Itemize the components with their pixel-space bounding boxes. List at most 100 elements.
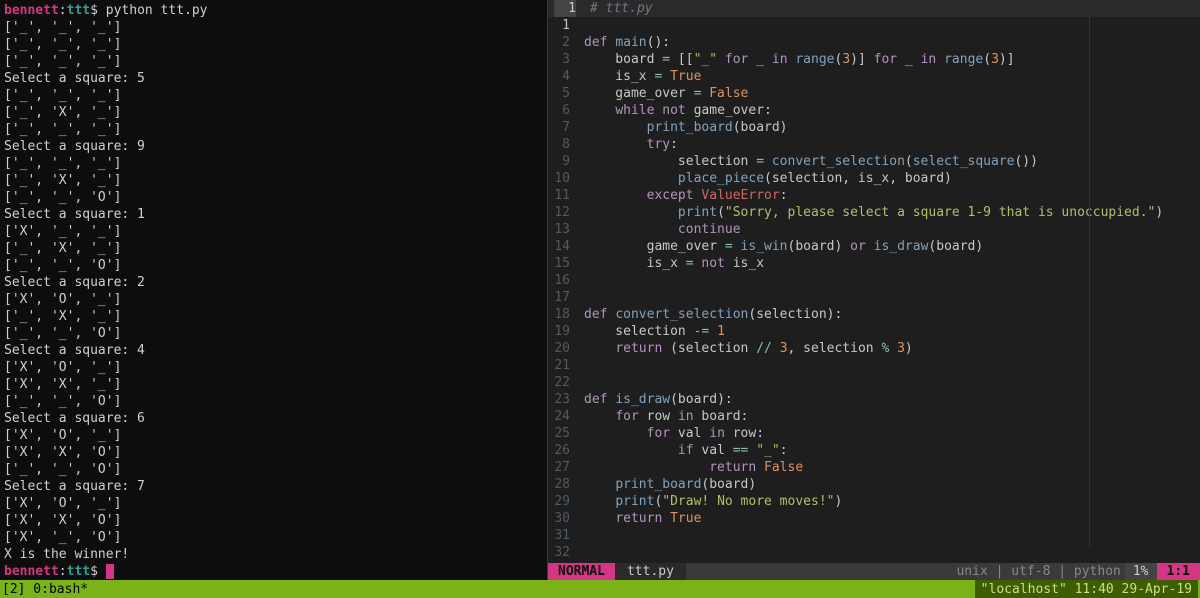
code-line[interactable]: 31	[548, 527, 1200, 544]
code-content: except ValueError:	[584, 187, 788, 204]
code-line[interactable]: 7 print_board(board)	[548, 119, 1200, 136]
terminal-output: ['_', '_', '_']['_', '_', '_']['_', '_',…	[4, 19, 543, 563]
tmux-statusbar: [2] 0:bash* "localhost" 11:40 29-Apr-19	[0, 580, 1200, 598]
line-number: 14	[548, 238, 584, 255]
code-line[interactable]: 1	[548, 17, 1200, 34]
code-content: print_board(board)	[584, 476, 756, 493]
line-number: 31	[548, 527, 584, 544]
code-content: selection = convert_selection(select_squ…	[584, 153, 1038, 170]
code-line[interactable]: 25 for val in row:	[548, 425, 1200, 442]
editor-header-num: 1	[554, 0, 576, 17]
split-view: bennett:ttt$ python ttt.py ['_', '_', '_…	[0, 0, 1200, 580]
code-content: is_x = not is_x	[584, 255, 764, 272]
vim-fileinfo: unix | utf-8 | python	[956, 563, 1124, 580]
code-content: def convert_selection(selection):	[584, 306, 842, 323]
code-line[interactable]: 6 while not game_over:	[548, 102, 1200, 119]
editor-filename-comment: # ttt.py	[590, 0, 653, 17]
terminal-output-line: ['X', 'X', 'O']	[4, 512, 543, 529]
code-content: print_board(board)	[584, 119, 788, 136]
line-number: 1	[548, 17, 584, 34]
editor-pane[interactable]: 1 # ttt.py 12def main():3 board = [["_" …	[548, 0, 1200, 580]
line-number: 21	[548, 357, 584, 374]
code-line[interactable]: 26 if val == "_":	[548, 442, 1200, 459]
line-number: 15	[548, 255, 584, 272]
code-line[interactable]: 2def main():	[548, 34, 1200, 51]
vim-mode: NORMAL	[548, 563, 615, 580]
code-content: while not game_over:	[584, 102, 772, 119]
code-content: if val == "_":	[584, 442, 788, 459]
code-line[interactable]: 9 selection = convert_selection(select_s…	[548, 153, 1200, 170]
code-line[interactable]: 28 print_board(board)	[548, 476, 1200, 493]
code-line[interactable]: 18def convert_selection(selection):	[548, 306, 1200, 323]
terminal-output-line: ['_', '_', '_']	[4, 155, 543, 172]
terminal-output-line: ['X', 'O', '_']	[4, 291, 543, 308]
terminal-pane[interactable]: bennett:ttt$ python ttt.py ['_', '_', '_…	[0, 0, 548, 580]
code-line[interactable]: 17	[548, 289, 1200, 306]
line-number: 13	[548, 221, 584, 238]
code-line[interactable]: 4 is_x = True	[548, 68, 1200, 85]
code-line[interactable]: 20 return (selection // 3, selection % 3…	[548, 340, 1200, 357]
line-number: 30	[548, 510, 584, 527]
terminal-output-line: Select a square: 6	[4, 410, 543, 427]
prompt-path: ttt	[67, 3, 90, 18]
code-line[interactable]: 19 selection -= 1	[548, 323, 1200, 340]
line-number: 22	[548, 374, 584, 391]
editor-tab-header: 1 # ttt.py	[548, 0, 1200, 17]
code-line[interactable]: 3 board = [["_" for _ in range(3)] for _…	[548, 51, 1200, 68]
code-line[interactable]: 11 except ValueError:	[548, 187, 1200, 204]
code-line[interactable]: 23def is_draw(board):	[548, 391, 1200, 408]
terminal-output-line: ['_', '_', 'O']	[4, 393, 543, 410]
code-content: for row in board:	[584, 408, 748, 425]
code-line[interactable]: 21	[548, 357, 1200, 374]
code-line[interactable]: 30 return True	[548, 510, 1200, 527]
terminal-output-line: ['_', '_', 'O']	[4, 461, 543, 478]
code-line[interactable]: 13 continue	[548, 221, 1200, 238]
terminal-output-line: ['X', 'O', '_']	[4, 359, 543, 376]
code-line[interactable]: 16	[548, 272, 1200, 289]
code-line[interactable]: 33def is_win(board):	[548, 561, 1200, 563]
code-line[interactable]: 15 is_x = not is_x	[548, 255, 1200, 272]
terminal-output-line: Select a square: 2	[4, 274, 543, 291]
code-content: game_over = is_win(board) or is_draw(boa…	[584, 238, 983, 255]
line-number: 16	[548, 272, 584, 289]
line-number: 5	[548, 85, 584, 102]
terminal-output-line: Select a square: 4	[4, 342, 543, 359]
line-number: 2	[548, 34, 584, 51]
terminal-output-line: ['_', '_', 'O']	[4, 325, 543, 342]
terminal-output-line: ['_', '_', '_']	[4, 19, 543, 36]
code-content: return (selection // 3, selection % 3)	[584, 340, 913, 357]
code-line[interactable]: 29 print("Draw! No more moves!")	[548, 493, 1200, 510]
terminal-prompt-line[interactable]: bennett:ttt$	[4, 563, 543, 580]
code-content: def is_draw(board):	[584, 391, 733, 408]
code-area[interactable]: 12def main():3 board = [["_" for _ in ra…	[548, 17, 1200, 563]
vim-position: 1:1	[1157, 563, 1200, 580]
code-line[interactable]: 14 game_over = is_win(board) or is_draw(…	[548, 238, 1200, 255]
code-line[interactable]: 27 return False	[548, 459, 1200, 476]
code-line[interactable]: 32	[548, 544, 1200, 561]
cursor	[106, 564, 114, 579]
code-line[interactable]: 8 try:	[548, 136, 1200, 153]
line-number: 20	[548, 340, 584, 357]
terminal-output-line: ['_', '_', '_']	[4, 121, 543, 138]
code-line[interactable]: 5 game_over = False	[548, 85, 1200, 102]
tmux-left[interactable]: [2] 0:bash*	[2, 581, 88, 598]
code-line[interactable]: 22	[548, 374, 1200, 391]
code-content: is_x = True	[584, 68, 701, 85]
terminal-output-line: ['_', 'X', '_']	[4, 104, 543, 121]
code-line[interactable]: 12 print("Sorry, please select a square …	[548, 204, 1200, 221]
terminal-output-line: ['_', 'X', '_']	[4, 240, 543, 257]
line-number: 7	[548, 119, 584, 136]
code-line[interactable]: 10 place_piece(selection, is_x, board)	[548, 170, 1200, 187]
line-number: 12	[548, 204, 584, 221]
code-content: board = [["_" for _ in range(3)] for _ i…	[584, 51, 1015, 68]
code-line[interactable]: 24 for row in board:	[548, 408, 1200, 425]
terminal-output-line: ['_', '_', 'O']	[4, 189, 543, 206]
line-number: 23	[548, 391, 584, 408]
code-content: print("Draw! No more moves!")	[584, 493, 842, 510]
code-content: continue	[584, 221, 741, 238]
tmux-right: "localhost" 11:40 29-Apr-19	[975, 580, 1198, 598]
terminal-output-line: ['_', '_', '_']	[4, 36, 543, 53]
code-content: def is_win(board):	[584, 561, 725, 563]
line-number: 19	[548, 323, 584, 340]
terminal-output-line: ['_', 'X', '_']	[4, 172, 543, 189]
